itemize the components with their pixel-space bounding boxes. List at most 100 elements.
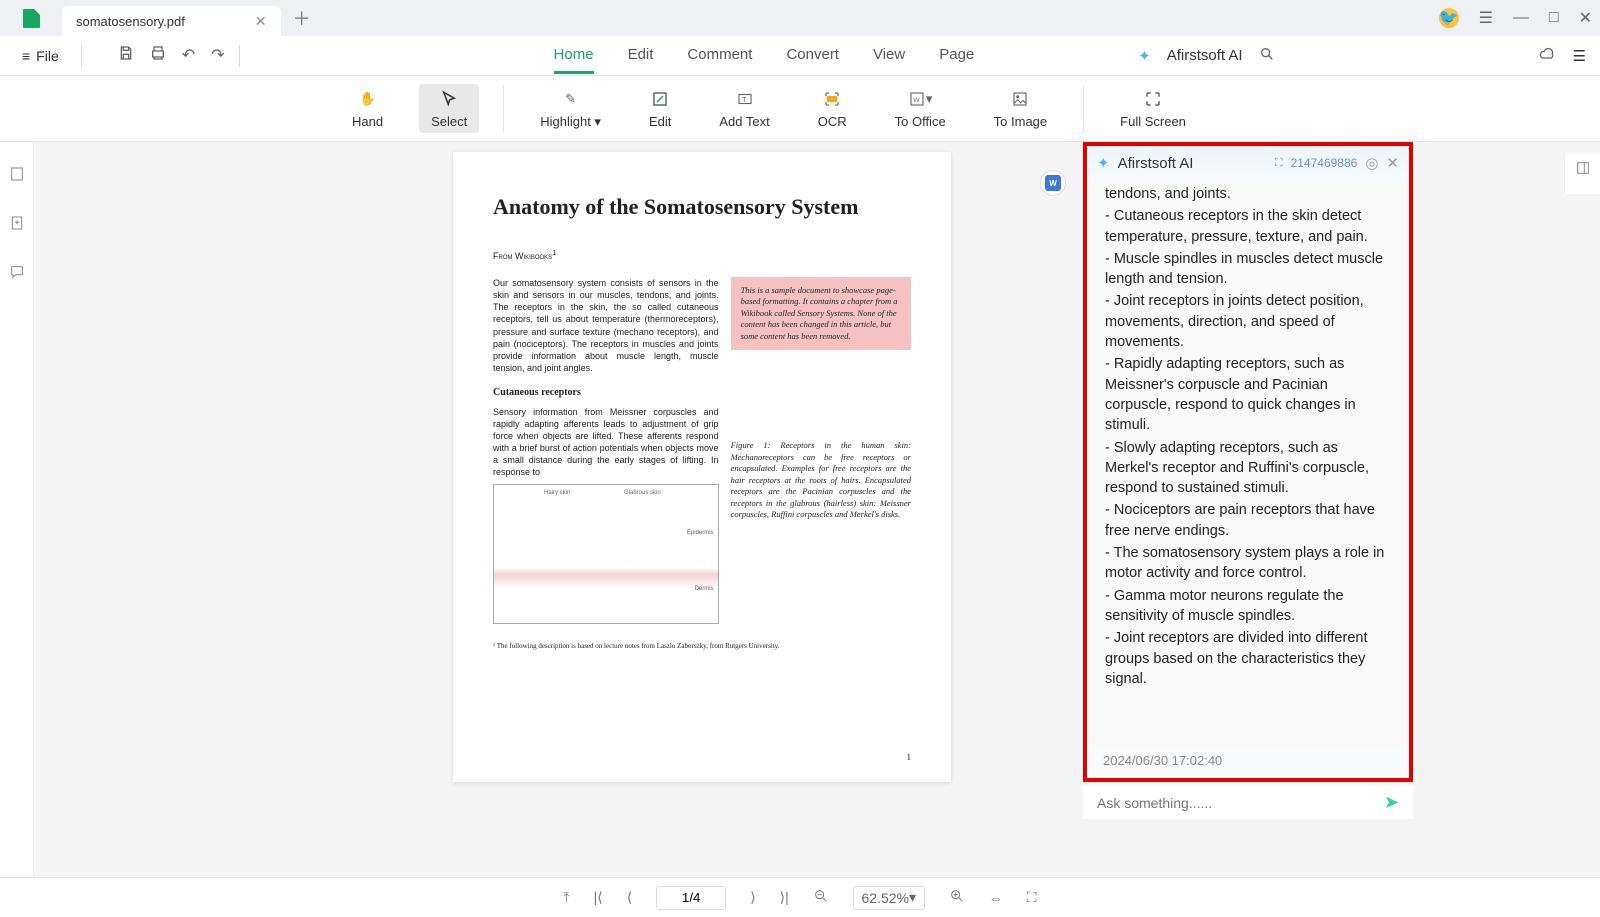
left-sidebar <box>0 142 34 917</box>
document-tab[interactable]: somatosensory.pdf ✕ <box>62 6 281 36</box>
tab-convert[interactable]: Convert <box>786 38 839 74</box>
undo-icon[interactable]: ↶ <box>182 45 195 66</box>
hand-icon: ✋ <box>359 88 375 110</box>
send-icon[interactable]: ➤ <box>1384 792 1399 813</box>
redo-icon[interactable]: ↷ <box>211 45 224 66</box>
intro-paragraph: Our somatosensory system consists of sen… <box>493 277 719 374</box>
comment-icon[interactable] <box>9 264 25 285</box>
print-icon[interactable] <box>150 45 166 66</box>
tab-comment[interactable]: Comment <box>687 38 752 74</box>
ai-panel-header: ✦ Afirstsoft AI ⛶ 2147469886 ◎ ✕ <box>1087 146 1409 180</box>
bookmark-add-icon[interactable] <box>9 215 25 236</box>
tab-home[interactable]: Home <box>554 38 594 74</box>
cloud-icon[interactable] <box>1537 46 1557 66</box>
zoom-level[interactable]: 62.52% ▾ <box>853 886 925 910</box>
settings-icon[interactable]: ◎ <box>1365 154 1378 172</box>
ocr-label: OCR <box>818 114 847 129</box>
ai-line: - Cutaneous receptors in the skin detect… <box>1105 206 1395 247</box>
edit-icon <box>651 88 669 110</box>
ai-session-id: 2147469886 <box>1291 156 1358 170</box>
ai-input[interactable] <box>1097 795 1384 811</box>
file-menu-label: File <box>36 48 59 64</box>
add-text-tool[interactable]: T Add Text <box>707 84 781 133</box>
to-image-tool[interactable]: To Image <box>982 84 1059 133</box>
ai-line: - Gamma motor neurons regulate the sensi… <box>1105 586 1395 627</box>
ai-panel-title: Afirstsoft AI <box>1118 155 1194 172</box>
pdf-page: Anatomy of the Somatosensory System From… <box>453 152 951 782</box>
ocr-tool[interactable]: OCR <box>806 84 859 133</box>
first-page-icon[interactable]: |⟨ <box>594 889 603 906</box>
right-sidebar <box>1564 154 1600 194</box>
hand-label: Hand <box>352 114 383 129</box>
image-icon <box>1011 88 1029 110</box>
thumbnails-icon[interactable] <box>9 166 25 187</box>
page-input[interactable] <box>656 886 726 910</box>
panel-toggle-icon[interactable] <box>1575 160 1591 181</box>
expand-icon[interactable]: ⛶ <box>1275 157 1283 170</box>
user-avatar-icon[interactable]: 🐦 <box>1439 8 1459 28</box>
footnote: ¹ The following description is based on … <box>493 642 911 650</box>
to-office-label: To Office <box>895 114 946 129</box>
note-box: This is a sample document to showcase pa… <box>731 277 911 350</box>
status-bar: ⤒ |⟨ ⟨ ⟩ ⟩| 62.52% ▾ ⇔ ⛶ <box>0 877 1600 917</box>
divider <box>81 45 82 67</box>
edit-label: Edit <box>649 114 671 129</box>
zoom-in-icon[interactable] <box>949 888 965 907</box>
tab-title: somatosensory.pdf <box>76 14 185 29</box>
window-controls: 🐦 ☰ — □ ✕ <box>1439 8 1592 28</box>
menu-tabs: Home Edit Comment Convert View Page <box>554 38 975 74</box>
hand-tool[interactable]: ✋ Hand <box>340 84 395 133</box>
more-icon[interactable]: ☰ <box>1573 47 1586 65</box>
cursor-icon <box>440 88 458 110</box>
fit-page-icon[interactable]: ⛶ <box>1027 889 1037 906</box>
office-icon: W ▾ <box>908 88 933 110</box>
save-icon[interactable] <box>118 45 134 66</box>
minimize-icon[interactable]: — <box>1513 9 1529 27</box>
tab-edit[interactable]: Edit <box>628 38 654 74</box>
file-menu-button[interactable]: ≡ File <box>14 44 67 68</box>
convert-to-word-badge[interactable]: W <box>1040 170 1066 196</box>
sub-heading: Cutaneous receptors <box>493 386 719 400</box>
ai-input-row: ➤ <box>1083 786 1413 819</box>
ai-timestamp: 2024/06/30 17:02:40 <box>1087 749 1409 778</box>
page-number: 1 <box>907 752 912 762</box>
tab-view[interactable]: View <box>873 38 905 74</box>
to-office-tool[interactable]: W ▾ To Office <box>883 84 958 133</box>
divider <box>239 45 240 67</box>
maximize-icon[interactable]: □ <box>1549 9 1559 27</box>
skin-figure: Hairy skin Glabrous skin Epidermis Dermi… <box>493 484 719 624</box>
svg-text:T: T <box>742 95 747 104</box>
full-screen-tool[interactable]: Full Screen <box>1108 84 1198 133</box>
fit-width-icon[interactable]: ⇔ <box>989 890 1003 906</box>
new-tab-button[interactable]: ＋ <box>293 5 311 31</box>
title-bar: somatosensory.pdf ✕ ＋ 🐦 ☰ — □ ✕ <box>0 0 1600 36</box>
scroll-top-icon[interactable]: ⤒ <box>563 889 569 906</box>
ai-line: - Slowly adapting receptors, such as Mer… <box>1105 438 1395 499</box>
ai-star-icon: ✦ <box>1138 47 1151 65</box>
ai-line: - Rapidly adapting receptors, such as Me… <box>1105 354 1395 435</box>
zoom-out-icon[interactable] <box>813 888 829 907</box>
edit-tool[interactable]: Edit <box>637 84 683 133</box>
ai-brand-label[interactable]: Afirstsoft AI <box>1167 47 1243 64</box>
prev-page-icon[interactable]: ⟨ <box>627 889 632 906</box>
last-page-icon[interactable]: ⟩| <box>780 889 789 906</box>
divider <box>1083 85 1084 133</box>
close-window-icon[interactable]: ✕ <box>1579 8 1592 28</box>
ai-line: tendons, and joints. <box>1105 184 1395 204</box>
ai-star-icon: ✦ <box>1097 154 1110 172</box>
highlight-label: Highlight ▾ <box>540 114 601 130</box>
highlight-tool[interactable]: ✎ Highlight ▾ <box>528 84 613 134</box>
hamburger-menu-icon[interactable]: ☰ <box>1479 8 1493 28</box>
list-icon: ≡ <box>22 48 30 64</box>
menu-bar: ≡ File ↶ ↷ Home Edit Comment Convert Vie… <box>0 36 1600 76</box>
search-icon[interactable] <box>1259 46 1275 66</box>
highlighter-icon: ✎ <box>565 88 576 110</box>
ai-response-body[interactable]: tendons, and joints. - Cutaneous recepto… <box>1087 180 1409 749</box>
close-panel-icon[interactable]: ✕ <box>1386 154 1399 172</box>
tab-page[interactable]: Page <box>939 38 974 74</box>
select-tool[interactable]: Select <box>419 84 479 133</box>
next-page-icon[interactable]: ⟩ <box>750 889 755 906</box>
close-tab-icon[interactable]: ✕ <box>255 13 267 30</box>
divider <box>503 85 504 133</box>
full-screen-label: Full Screen <box>1120 114 1186 129</box>
